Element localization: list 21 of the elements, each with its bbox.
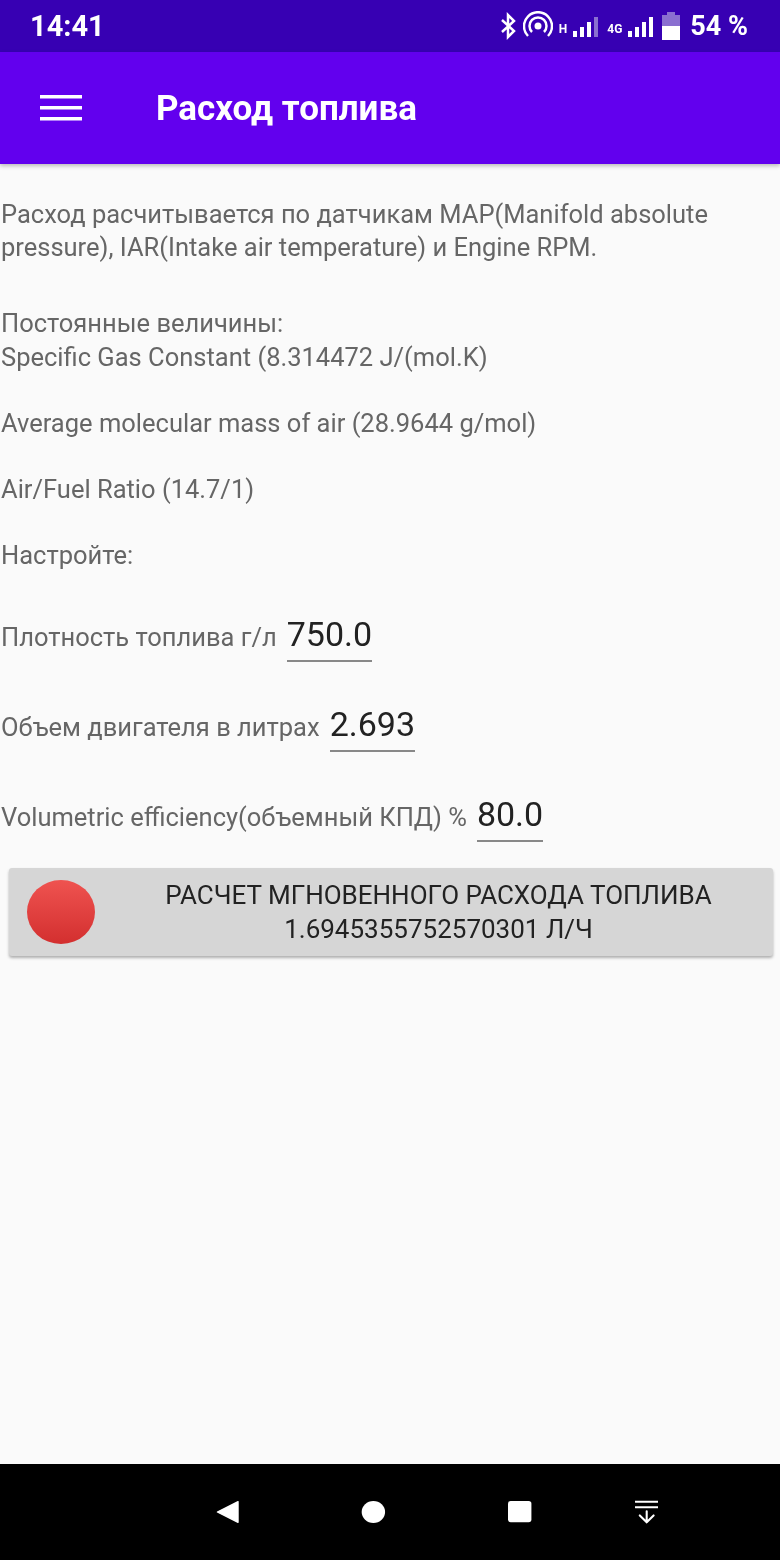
network-type-label: 4G (607, 22, 623, 36)
constant-text: Specific Gas Constant (8.314472 J/(mol.K) (1, 341, 489, 374)
input-field[interactable]: 2.693 (329, 704, 416, 752)
status-time: 14:41 (30, 9, 105, 43)
field-label: Объем двигателя в литрах (1, 711, 320, 744)
field-label: Плотность топлива г/л (1, 621, 277, 654)
constants-heading: Постоянные величины: (1, 307, 285, 340)
battery-icon (662, 12, 681, 40)
settings-heading: Настройте: (1, 539, 135, 572)
constant-text: Air/Fuel Ratio (14.7/1) (1, 473, 256, 506)
description-text: Расход расчитывается по датчикам MAP(Manifold absolute pressure), IAR(Intake air temperature) и Engine RPM. (1, 198, 709, 264)
input-field[interactable]: 750.0 (286, 614, 373, 662)
indicator-icon (26, 879, 96, 945)
app-title: Расход топлива (156, 87, 417, 129)
network-type-label: H (558, 22, 568, 36)
field-label: Volumetric efficiency(объемный КПД) % (1, 801, 467, 834)
calculate-button[interactable]: РАСЧЕТ МГНОВЕННОГО РАСХОДА ТОПЛИВА 1.6945355752570301 Л/Ч (9, 868, 773, 956)
menu-icon[interactable] (40, 95, 82, 121)
input-field[interactable]: 80.0 (476, 794, 544, 842)
constant-text: Average molecular mass of air (28.9644 g/mol) (1, 407, 538, 440)
battery-percentage: 54 % (690, 10, 748, 42)
